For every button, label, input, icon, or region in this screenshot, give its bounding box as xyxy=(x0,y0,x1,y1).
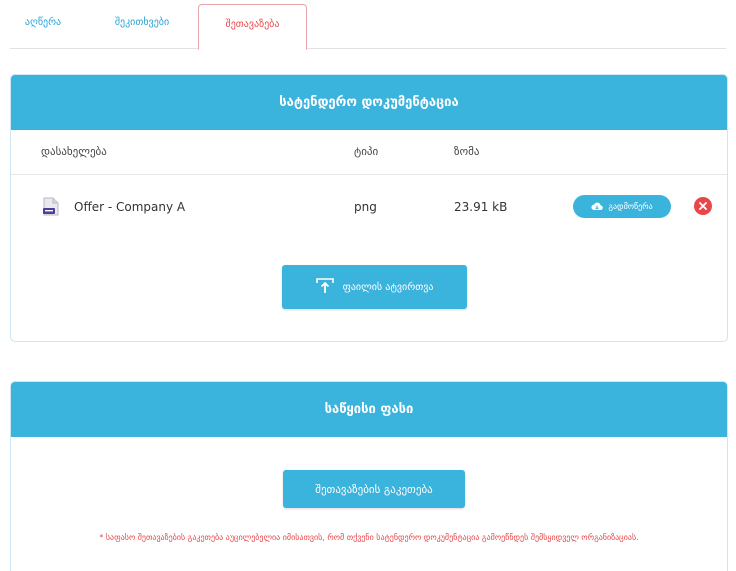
tab-bar: აღწერა შეკითხვები შეთავაზება xyxy=(10,0,726,50)
cloud-download-icon xyxy=(591,201,604,213)
upload-button-label: ფაილის ატვირთვა xyxy=(342,281,434,293)
tab-offer[interactable]: შეთავაზება xyxy=(198,4,307,50)
page: აღწერა შეკითხვები შეთავაზება სატენდერო დ… xyxy=(0,0,736,571)
offer-required-note: * საფასო შეთავაზების გაკეთება აუცილებელი… xyxy=(99,533,639,542)
file-size: 23.91 kB xyxy=(454,200,508,214)
download-button-label: გადმოწერა xyxy=(608,202,653,211)
column-header-type: ტიპი xyxy=(354,145,379,158)
tender-documents-panel: სატენდერო დოკუმენტაცია დასახელება ტიპი ზ… xyxy=(10,74,728,342)
upload-file-button[interactable]: ფაილის ატვირთვა xyxy=(282,265,467,309)
documents-panel-title: სატენდერო დოკუმენტაცია xyxy=(11,75,727,130)
table-row: Offer - Company A png 23.91 kB გადმოწერა xyxy=(11,175,727,239)
documents-table-header: დასახელება ტიპი ზომა xyxy=(11,130,727,175)
upload-icon xyxy=(315,277,334,297)
starting-price-panel: საწყისი ფასი შეთავაზების გაკეთება * საფა… xyxy=(10,381,728,571)
file-type: png xyxy=(354,200,377,214)
make-offer-button[interactable]: შეთავაზების გაკეთება xyxy=(283,470,465,508)
column-header-size: ზომა xyxy=(454,145,480,158)
remove-file-button[interactable] xyxy=(694,197,712,215)
tab-questions[interactable]: შეკითხვები xyxy=(100,0,184,48)
file-name: Offer - Company A xyxy=(74,200,186,214)
price-panel-title: საწყისი ფასი xyxy=(11,382,727,437)
column-header-name: დასახელება xyxy=(41,145,107,158)
image-file-icon xyxy=(43,197,59,216)
download-button[interactable]: გადმოწერა xyxy=(573,195,671,218)
tab-description[interactable]: აღწერა xyxy=(18,0,68,48)
close-icon xyxy=(699,199,707,213)
